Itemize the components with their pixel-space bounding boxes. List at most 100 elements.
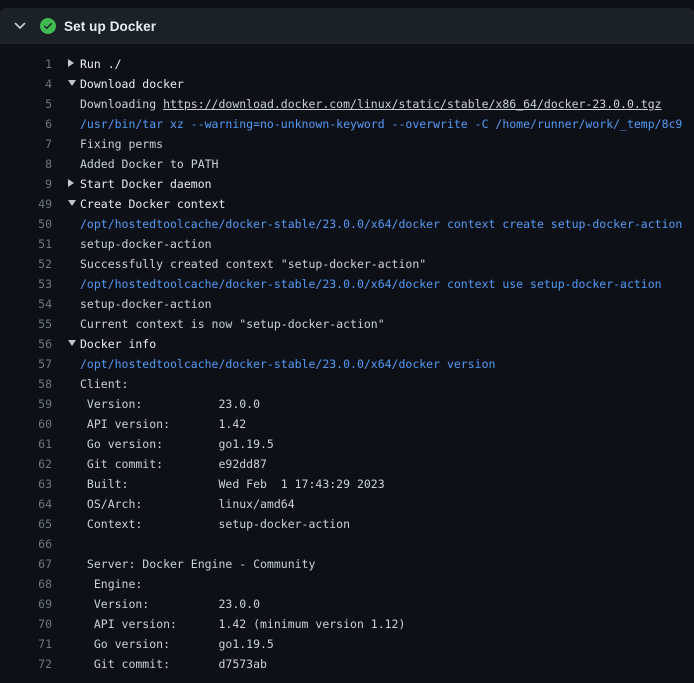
- triangle-down-icon[interactable]: [68, 200, 76, 206]
- line-content: setup-docker-action: [68, 294, 212, 314]
- line-content: Context: setup-docker-action: [68, 514, 350, 534]
- line-number[interactable]: 61: [0, 434, 52, 454]
- log-line: 7 Fixing perms: [0, 134, 694, 154]
- log-line: 5 Downloading https://download.docker.com…: [0, 94, 694, 114]
- log-line: 53/opt/hostedtoolcache/docker-stable/23.…: [0, 274, 694, 294]
- line-number[interactable]: 4: [0, 74, 52, 94]
- line-content: /opt/hostedtoolcache/docker-stable/23.0.…: [68, 354, 495, 374]
- line-number[interactable]: 7: [0, 134, 52, 154]
- line-number[interactable]: 50: [0, 214, 52, 234]
- line-number[interactable]: 69: [0, 594, 52, 614]
- log-line: 68 Engine:: [0, 574, 694, 594]
- log-line: 65 Context: setup-docker-action: [0, 514, 694, 534]
- log-line: 67 Server: Docker Engine - Community: [0, 554, 694, 574]
- triangle-right-icon[interactable]: [68, 179, 74, 187]
- triangle-down-icon[interactable]: [68, 340, 76, 346]
- line-number[interactable]: 52: [0, 254, 52, 274]
- line-content[interactable]: Download docker: [68, 74, 184, 94]
- log-line: 72 Git commit: d7573ab: [0, 654, 694, 674]
- line-number[interactable]: 70: [0, 614, 52, 634]
- log-line: 56 Docker info: [0, 334, 694, 354]
- line-number[interactable]: 62: [0, 454, 52, 474]
- line-number[interactable]: 8: [0, 154, 52, 174]
- line-content[interactable]: Run ./: [68, 54, 122, 74]
- line-number[interactable]: 65: [0, 514, 52, 534]
- line-content[interactable]: Create Docker context: [68, 194, 225, 214]
- log-url-link[interactable]: https://download.docker.com/linux/static…: [163, 97, 662, 111]
- line-number[interactable]: 53: [0, 274, 52, 294]
- group-title: Run ./: [80, 57, 122, 71]
- line-number[interactable]: 57: [0, 354, 52, 374]
- log-line: 54 setup-docker-action: [0, 294, 694, 314]
- log-line: 70 API version: 1.42 (minimum version 1.…: [0, 614, 694, 634]
- log-line: 64 OS/Arch: linux/amd64: [0, 494, 694, 514]
- log-line: 59 Version: 23.0.0: [0, 394, 694, 414]
- line-content: Git commit: e92dd87: [68, 454, 267, 474]
- line-content: Version: 23.0.0: [68, 394, 260, 414]
- log-line: 58 Client:: [0, 374, 694, 394]
- line-number[interactable]: 67: [0, 554, 52, 574]
- triangle-down-icon[interactable]: [68, 80, 76, 86]
- line-content: OS/Arch: linux/amd64: [68, 494, 295, 514]
- line-number[interactable]: 56: [0, 334, 52, 354]
- line-number[interactable]: 58: [0, 374, 52, 394]
- log-line: 60 API version: 1.42: [0, 414, 694, 434]
- line-content: Git commit: d7573ab: [68, 654, 267, 674]
- line-number[interactable]: 5: [0, 94, 52, 114]
- line-content: API version: 1.42 (minimum version 1.12): [68, 614, 405, 634]
- line-number[interactable]: 9: [0, 174, 52, 194]
- line-content: Downloading https://download.docker.com/…: [68, 94, 662, 114]
- log-line: 50/opt/hostedtoolcache/docker-stable/23.…: [0, 214, 694, 234]
- line-content: Client:: [68, 374, 128, 394]
- line-number[interactable]: 64: [0, 494, 52, 514]
- line-number[interactable]: 66: [0, 534, 52, 554]
- line-number[interactable]: 55: [0, 314, 52, 334]
- log-line: 52 Successfully created context "setup-do…: [0, 254, 694, 274]
- step-title: Set up Docker: [64, 19, 156, 34]
- log-body: 1 Run ./ 4 Download docker 5 Downloading http…: [0, 44, 694, 674]
- line-content: setup-docker-action: [68, 234, 212, 254]
- line-content: /opt/hostedtoolcache/docker-stable/23.0.…: [68, 274, 662, 294]
- log-line: 55Current context is now "setup-docker-a…: [0, 314, 694, 334]
- line-number[interactable]: 54: [0, 294, 52, 314]
- triangle-right-icon[interactable]: [68, 59, 74, 67]
- line-content: /usr/bin/tar xz --warning=no-unknown-key…: [68, 114, 682, 134]
- line-number[interactable]: 49: [0, 194, 52, 214]
- log-lines: 1 Run ./ 4 Download docker 5 Downloading http…: [0, 54, 694, 674]
- group-title: Create Docker context: [80, 197, 225, 211]
- log-line: 61 Go version: go1.19.5: [0, 434, 694, 454]
- line-content: API version: 1.42: [68, 414, 246, 434]
- log-line: 62 Git commit: e92dd87: [0, 454, 694, 474]
- chevron-down-icon[interactable]: [14, 20, 26, 32]
- line-number[interactable]: 63: [0, 474, 52, 494]
- line-content: Server: Docker Engine - Community: [68, 554, 315, 574]
- line-content: Fixing perms: [68, 134, 163, 154]
- log-line: 8Added Docker to PATH: [0, 154, 694, 174]
- line-number[interactable]: 59: [0, 394, 52, 414]
- line-content: Go version: go1.19.5: [68, 634, 274, 654]
- line-content[interactable]: Start Docker daemon: [68, 174, 212, 194]
- line-number[interactable]: 51: [0, 234, 52, 254]
- log-line: 66: [0, 534, 694, 554]
- log-line: 57/opt/hostedtoolcache/docker-stable/23.…: [0, 354, 694, 374]
- line-content: Successfully created context "setup-dock…: [68, 254, 426, 274]
- group-title: Start Docker daemon: [80, 177, 212, 191]
- actions-log-viewer: Set up Docker 1 Run ./ 4 Download docker 5 Do…: [0, 8, 694, 683]
- line-content: [68, 534, 80, 554]
- log-line: 51 setup-docker-action: [0, 234, 694, 254]
- line-number[interactable]: 60: [0, 414, 52, 434]
- line-number[interactable]: 6: [0, 114, 52, 134]
- line-content[interactable]: Docker info: [68, 334, 156, 354]
- log-line: 71 Go version: go1.19.5: [0, 634, 694, 654]
- line-content: Go version: go1.19.5: [68, 434, 274, 454]
- step-header[interactable]: Set up Docker: [0, 8, 694, 44]
- line-number[interactable]: 72: [0, 654, 52, 674]
- line-number[interactable]: 71: [0, 634, 52, 654]
- line-number[interactable]: 1: [0, 54, 52, 74]
- line-number[interactable]: 68: [0, 574, 52, 594]
- check-circle-icon: [40, 18, 56, 34]
- log-line: 9 Start Docker daemon: [0, 174, 694, 194]
- group-title: Docker info: [80, 337, 156, 351]
- line-content: Engine:: [68, 574, 142, 594]
- group-title: Download docker: [80, 77, 184, 91]
